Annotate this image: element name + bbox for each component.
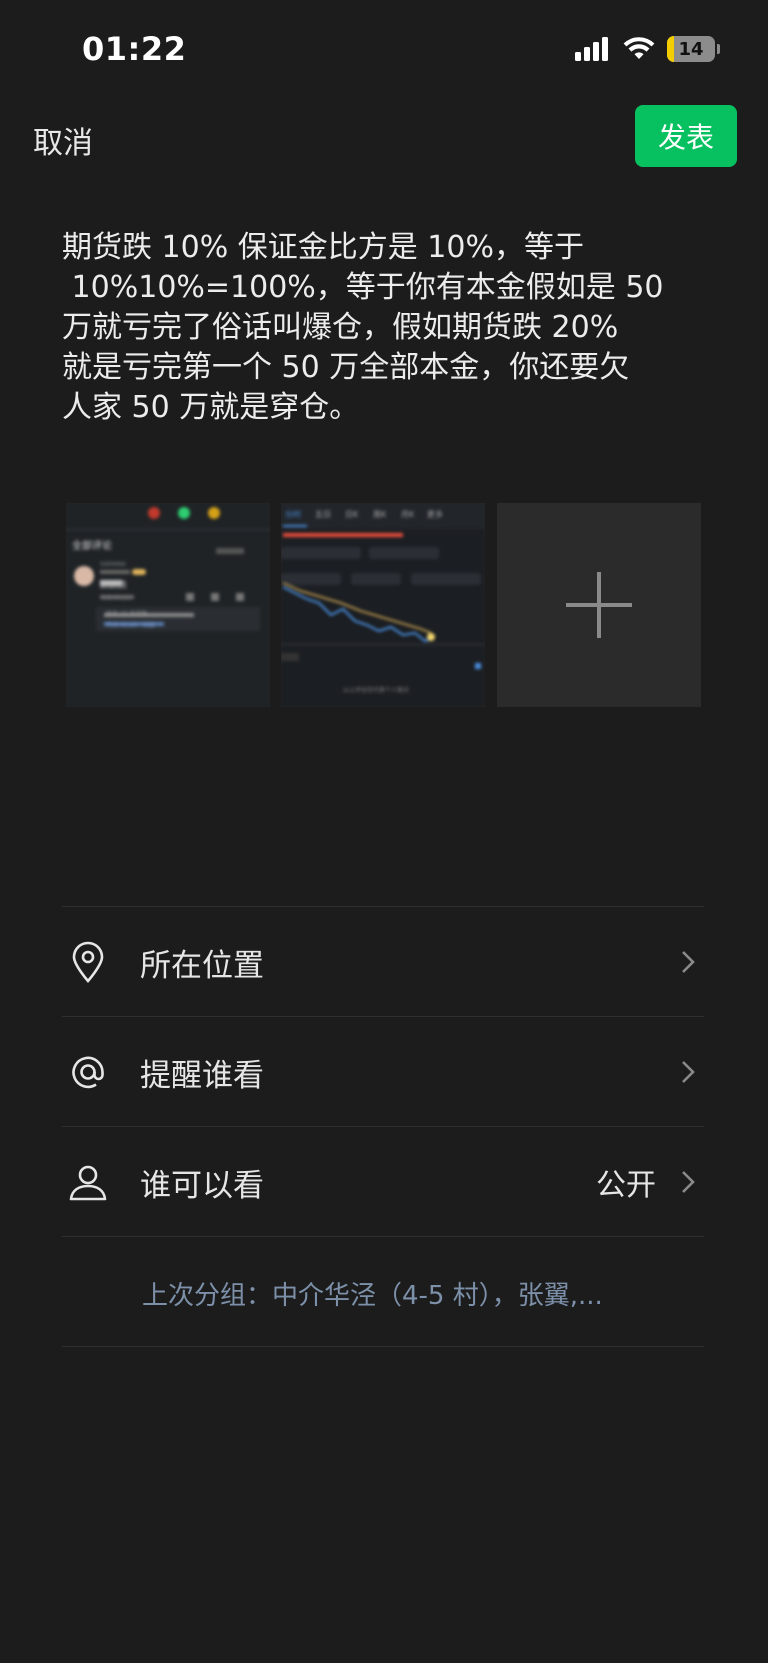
comment-user: SAMANA — [100, 561, 126, 568]
stock-chart-screenshot-image — [281, 503, 485, 707]
comment-screenshot-image — [66, 503, 270, 707]
option-label: 提醒谁看 — [140, 1057, 264, 1094]
battery-tip — [717, 44, 720, 54]
add-image-button[interactable] — [497, 503, 701, 707]
option-location[interactable]: 所在位置 — [62, 907, 704, 1017]
wifi-icon — [623, 37, 655, 59]
at-sign-icon — [66, 1050, 110, 1094]
chart-tab-1: 分时 — [285, 510, 301, 519]
status-icons: 14 — [575, 36, 720, 62]
person-icon — [66, 1160, 110, 1204]
battery-level: 14 — [678, 38, 704, 60]
image-thumbnail-1[interactable]: 全部评论 SAMANA 跌跌跌 今天 04:24 共有 18 条回复 今天 01… — [66, 503, 270, 707]
chart-tab-6: 更多 — [427, 510, 443, 519]
option-label: 谁可以看 — [140, 1167, 264, 1204]
option-remind[interactable]: 提醒谁看 — [62, 1017, 704, 1127]
last-group-link[interactable]: 上次分组：中介华泾（4-5 村），张翼,... — [142, 1275, 603, 1312]
status-time: 01:22 — [82, 30, 187, 68]
comment-time: 今天 04:24 — [100, 595, 132, 602]
divider — [62, 1346, 704, 1347]
comment-reply: 跌跌跌 — [100, 581, 128, 591]
divider — [62, 1236, 704, 1237]
thumbnail-content: 分时 五日 日K 周K 月K 更多 以上评论仅代表个人观点 — [281, 503, 485, 707]
option-value: 公开 — [596, 1168, 656, 1203]
plus-icon — [566, 572, 632, 638]
chart-tab-5: 月K — [401, 510, 415, 519]
chart-tab-3: 日K — [345, 510, 359, 519]
option-label: 所在位置 — [140, 947, 264, 984]
comment-reply-meta: 今天 01:20 · 回复 — [106, 622, 155, 629]
chart-tab-4: 周K — [373, 510, 387, 519]
comment-reply-preview: 共有 18 条回复 — [106, 611, 148, 618]
thumbnail-content: 全部评论 SAMANA 跌跌跌 今天 04:24 共有 18 条回复 今天 01… — [66, 503, 270, 707]
chevron-right-icon — [682, 1171, 695, 1193]
chart-tab-2: 五日 — [315, 510, 331, 519]
comment-title: 全部评论 — [72, 541, 112, 552]
location-pin-icon — [66, 940, 110, 984]
publish-button[interactable]: 发表 — [635, 105, 737, 167]
post-text-area[interactable]: 期货跌 10% 保证金比方是 10%，等于 10%10%=100%，等于你有本金… — [62, 228, 702, 428]
signal-icon — [575, 37, 608, 61]
chevron-right-icon — [682, 1061, 695, 1083]
chevron-right-icon — [682, 951, 695, 973]
option-visibility[interactable]: 谁可以看 公开 — [62, 1127, 704, 1237]
battery-icon: 14 — [667, 36, 715, 62]
cancel-button[interactable]: 取消 — [33, 118, 93, 162]
battery-fill — [667, 36, 674, 62]
image-thumbnail-2[interactable]: 分时 五日 日K 周K 月K 更多 以上评论仅代表个人观点 — [281, 503, 485, 707]
chart-footer: 以上评论仅代表个人观点 — [343, 687, 410, 694]
